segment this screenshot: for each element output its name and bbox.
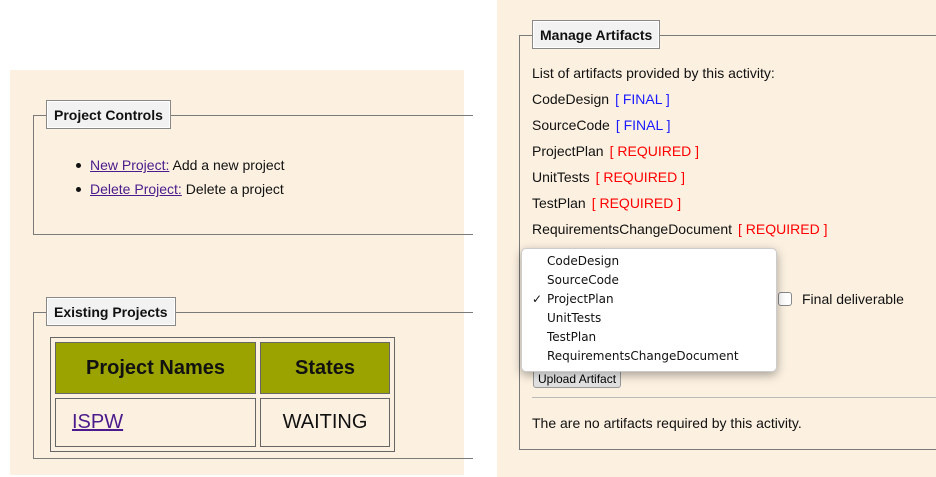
artifact-name: SourceCode <box>532 117 610 133</box>
artifact-name: TestPlan <box>532 195 586 211</box>
list-item: New Project: Add a new project <box>76 156 285 180</box>
artifact-name: RequirementsChangeDocument <box>532 221 732 237</box>
dropdown-option-selected[interactable]: ✓ ProjectPlan <box>522 290 776 309</box>
new-project-desc: Add a new project <box>169 157 285 173</box>
artifact-item: ProjectPlan [ REQUIRED ] <box>532 142 827 168</box>
artifacts-intro: List of artifacts provided by this activ… <box>532 65 775 81</box>
delete-project-desc: Delete a project <box>181 181 284 197</box>
dropdown-option[interactable]: CodeDesign <box>547 252 619 271</box>
artifact-status: [ REQUIRED ] <box>609 143 700 159</box>
final-deliverable-checkbox[interactable] <box>778 292 792 306</box>
existing-projects-legend: Existing Projects <box>46 297 176 326</box>
artifact-item: RequirementsChangeDocument [ REQUIRED ] <box>532 220 827 246</box>
list-item: Delete Project: Delete a project <box>76 180 285 204</box>
dropdown-option[interactable]: RequirementsChangeDocument <box>547 347 739 366</box>
dropdown-option[interactable]: UnitTests <box>547 309 601 328</box>
table-row: ISPW WAITING <box>55 398 390 447</box>
artifact-name: ProjectPlan <box>532 143 604 159</box>
artifact-status: [ FINAL ] <box>615 117 671 133</box>
artifact-item: TestPlan [ REQUIRED ] <box>532 194 827 220</box>
projects-table: Project Names States ISPW WAITING <box>50 337 395 452</box>
table-header-row: Project Names States <box>55 342 390 394</box>
artifact-status: [ REQUIRED ] <box>591 195 682 211</box>
project-controls-legend: Project Controls <box>46 100 171 129</box>
no-artifacts-message: The are no artifacts required by this ac… <box>532 415 802 431</box>
manage-artifacts-legend: Manage Artifacts <box>532 20 661 49</box>
project-state-cell: WAITING <box>260 398 390 447</box>
divider <box>532 397 936 398</box>
dropdown-option[interactable]: SourceCode <box>547 271 619 290</box>
dropdown-option-label: ProjectPlan <box>547 292 614 306</box>
new-project-link[interactable]: New Project: <box>90 157 169 173</box>
artifact-name: CodeDesign <box>532 91 610 107</box>
artifact-status: [ REQUIRED ] <box>738 221 828 237</box>
project-controls-list: New Project: Add a new project Delete Pr… <box>76 156 285 204</box>
artifact-item: CodeDesign [ FINAL ] <box>532 90 827 116</box>
dropdown-option[interactable]: TestPlan <box>547 328 596 347</box>
artifact-name: UnitTests <box>532 169 590 185</box>
final-deliverable-label: Final deliverable <box>802 291 904 307</box>
artifact-status: [ REQUIRED ] <box>595 169 686 185</box>
artifact-item: UnitTests [ REQUIRED ] <box>532 168 827 194</box>
artifact-list: List of artifacts provided by this activ… <box>532 64 827 246</box>
final-deliverable: Final deliverable <box>778 291 904 307</box>
artifact-dropdown-menu[interactable]: CodeDesign SourceCode ✓ ProjectPlan Unit… <box>521 248 777 372</box>
artifact-item: SourceCode [ FINAL ] <box>532 116 827 142</box>
checkmark-icon: ✓ <box>532 292 543 306</box>
bullet-icon <box>76 162 81 168</box>
column-header-project-names: Project Names <box>55 342 256 394</box>
upload-artifact-button[interactable]: Upload Artifact <box>533 370 622 388</box>
bullet-icon <box>76 186 81 192</box>
delete-project-link[interactable]: Delete Project: <box>90 181 182 197</box>
project-name-cell: ISPW <box>55 398 256 447</box>
column-header-states: States <box>260 342 390 394</box>
project-link[interactable]: ISPW <box>72 411 123 433</box>
artifact-status: [ FINAL ] <box>615 91 670 107</box>
